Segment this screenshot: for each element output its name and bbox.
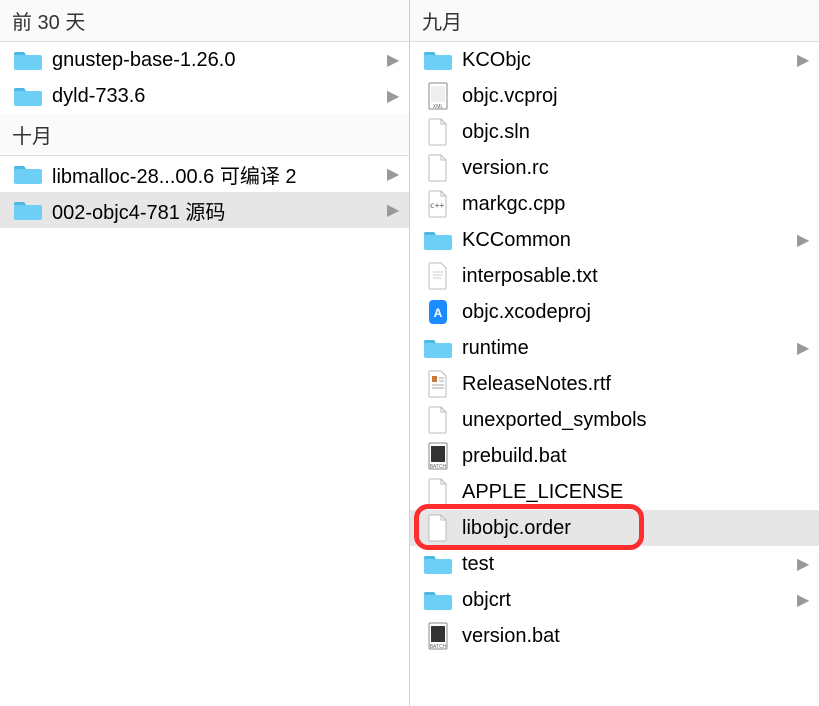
item-label: KCCommon bbox=[462, 229, 791, 252]
file-item[interactable]: version.rc bbox=[410, 150, 819, 186]
item-label: libobjc.order bbox=[462, 517, 809, 540]
folder-icon bbox=[14, 82, 42, 110]
item-label: dyld-733.6 bbox=[52, 85, 381, 108]
file-icon bbox=[424, 118, 452, 146]
file-icon bbox=[424, 154, 452, 182]
finder-column-view: 前 30 天 gnustep-base-1.26.0 ▶ dyld-733.6 … bbox=[0, 0, 820, 706]
item-label: prebuild.bat bbox=[462, 445, 809, 468]
folder-icon bbox=[424, 334, 452, 362]
folder-icon bbox=[424, 46, 452, 74]
file-icon bbox=[424, 190, 452, 218]
file-item[interactable]: interposable.txt bbox=[410, 258, 819, 294]
file-icon bbox=[424, 442, 452, 470]
column-right: 九月 KCObjc ▶ objc.vcproj objc.sln version.rc m… bbox=[410, 0, 820, 706]
chevron-right-icon: ▶ bbox=[797, 590, 809, 610]
list-september: KCObjc ▶ objc.vcproj objc.sln version.rc mark… bbox=[410, 42, 819, 654]
item-label: version.rc bbox=[462, 157, 809, 180]
folder-icon bbox=[424, 550, 452, 578]
item-label: gnustep-base-1.26.0 bbox=[52, 49, 381, 72]
file-item[interactable]: ReleaseNotes.rtf bbox=[410, 366, 819, 402]
folder-item-gnustep[interactable]: gnustep-base-1.26.0 ▶ bbox=[0, 42, 409, 78]
list-october: libmalloc-28...00.6 可编译 2 ▶ 002-objc4-78… bbox=[0, 156, 409, 228]
chevron-right-icon: ▶ bbox=[797, 338, 809, 358]
section-header-recent: 前 30 天 bbox=[0, 0, 409, 42]
folder-item-objc4-source[interactable]: 002-objc4-781 源码 ▶ bbox=[0, 192, 409, 228]
item-label: libmalloc-28...00.6 可编译 2 bbox=[52, 160, 381, 189]
file-icon bbox=[424, 406, 452, 434]
chevron-right-icon: ▶ bbox=[387, 164, 399, 184]
chevron-right-icon: ▶ bbox=[387, 86, 399, 106]
file-icon bbox=[424, 262, 452, 290]
file-icon bbox=[424, 82, 452, 110]
file-item[interactable]: test ▶ bbox=[410, 546, 819, 582]
file-item[interactable]: KCCommon ▶ bbox=[410, 222, 819, 258]
chevron-right-icon: ▶ bbox=[797, 50, 809, 70]
file-icon bbox=[424, 514, 452, 542]
section-header-september: 九月 bbox=[410, 0, 819, 42]
item-label: KCObjc bbox=[462, 49, 791, 72]
item-label: objc.vcproj bbox=[462, 85, 809, 108]
folder-icon bbox=[14, 196, 42, 224]
item-label: interposable.txt bbox=[462, 265, 809, 288]
file-item[interactable]: objc.xcodeproj bbox=[410, 294, 819, 330]
file-icon bbox=[424, 298, 452, 326]
file-item[interactable]: version.bat bbox=[410, 618, 819, 654]
item-label: ReleaseNotes.rtf bbox=[462, 373, 809, 396]
folder-icon bbox=[424, 226, 452, 254]
file-item[interactable]: libobjc.order bbox=[410, 510, 819, 546]
file-item[interactable]: objcrt ▶ bbox=[410, 582, 819, 618]
item-label: test bbox=[462, 553, 791, 576]
section-header-october: 十月 bbox=[0, 114, 409, 156]
item-label: version.bat bbox=[462, 625, 809, 648]
item-label: objcrt bbox=[462, 589, 791, 612]
file-item[interactable]: KCObjc ▶ bbox=[410, 42, 819, 78]
column-left: 前 30 天 gnustep-base-1.26.0 ▶ dyld-733.6 … bbox=[0, 0, 410, 706]
folder-icon bbox=[424, 586, 452, 614]
file-item[interactable]: markgc.cpp bbox=[410, 186, 819, 222]
chevron-right-icon: ▶ bbox=[387, 50, 399, 70]
item-label: 002-objc4-781 源码 bbox=[52, 196, 381, 225]
item-label: unexported_symbols bbox=[462, 409, 809, 432]
file-item[interactable]: objc.sln bbox=[410, 114, 819, 150]
chevron-right-icon: ▶ bbox=[797, 554, 809, 574]
folder-icon bbox=[14, 160, 42, 188]
folder-item-libmalloc[interactable]: libmalloc-28...00.6 可编译 2 ▶ bbox=[0, 156, 409, 192]
file-item[interactable]: APPLE_LICENSE bbox=[410, 474, 819, 510]
item-label: markgc.cpp bbox=[462, 193, 809, 216]
item-label: objc.xcodeproj bbox=[462, 301, 809, 324]
folder-icon bbox=[14, 46, 42, 74]
file-icon bbox=[424, 370, 452, 398]
item-label: objc.sln bbox=[462, 121, 809, 144]
chevron-right-icon: ▶ bbox=[797, 230, 809, 250]
file-icon bbox=[424, 478, 452, 506]
item-label: runtime bbox=[462, 337, 791, 360]
file-item[interactable]: prebuild.bat bbox=[410, 438, 819, 474]
folder-item-dyld[interactable]: dyld-733.6 ▶ bbox=[0, 78, 409, 114]
file-item[interactable]: unexported_symbols bbox=[410, 402, 819, 438]
file-icon bbox=[424, 622, 452, 650]
list-recent: gnustep-base-1.26.0 ▶ dyld-733.6 ▶ bbox=[0, 42, 409, 114]
file-item[interactable]: objc.vcproj bbox=[410, 78, 819, 114]
file-item[interactable]: runtime ▶ bbox=[410, 330, 819, 366]
chevron-right-icon: ▶ bbox=[387, 200, 399, 220]
item-label: APPLE_LICENSE bbox=[462, 481, 809, 504]
